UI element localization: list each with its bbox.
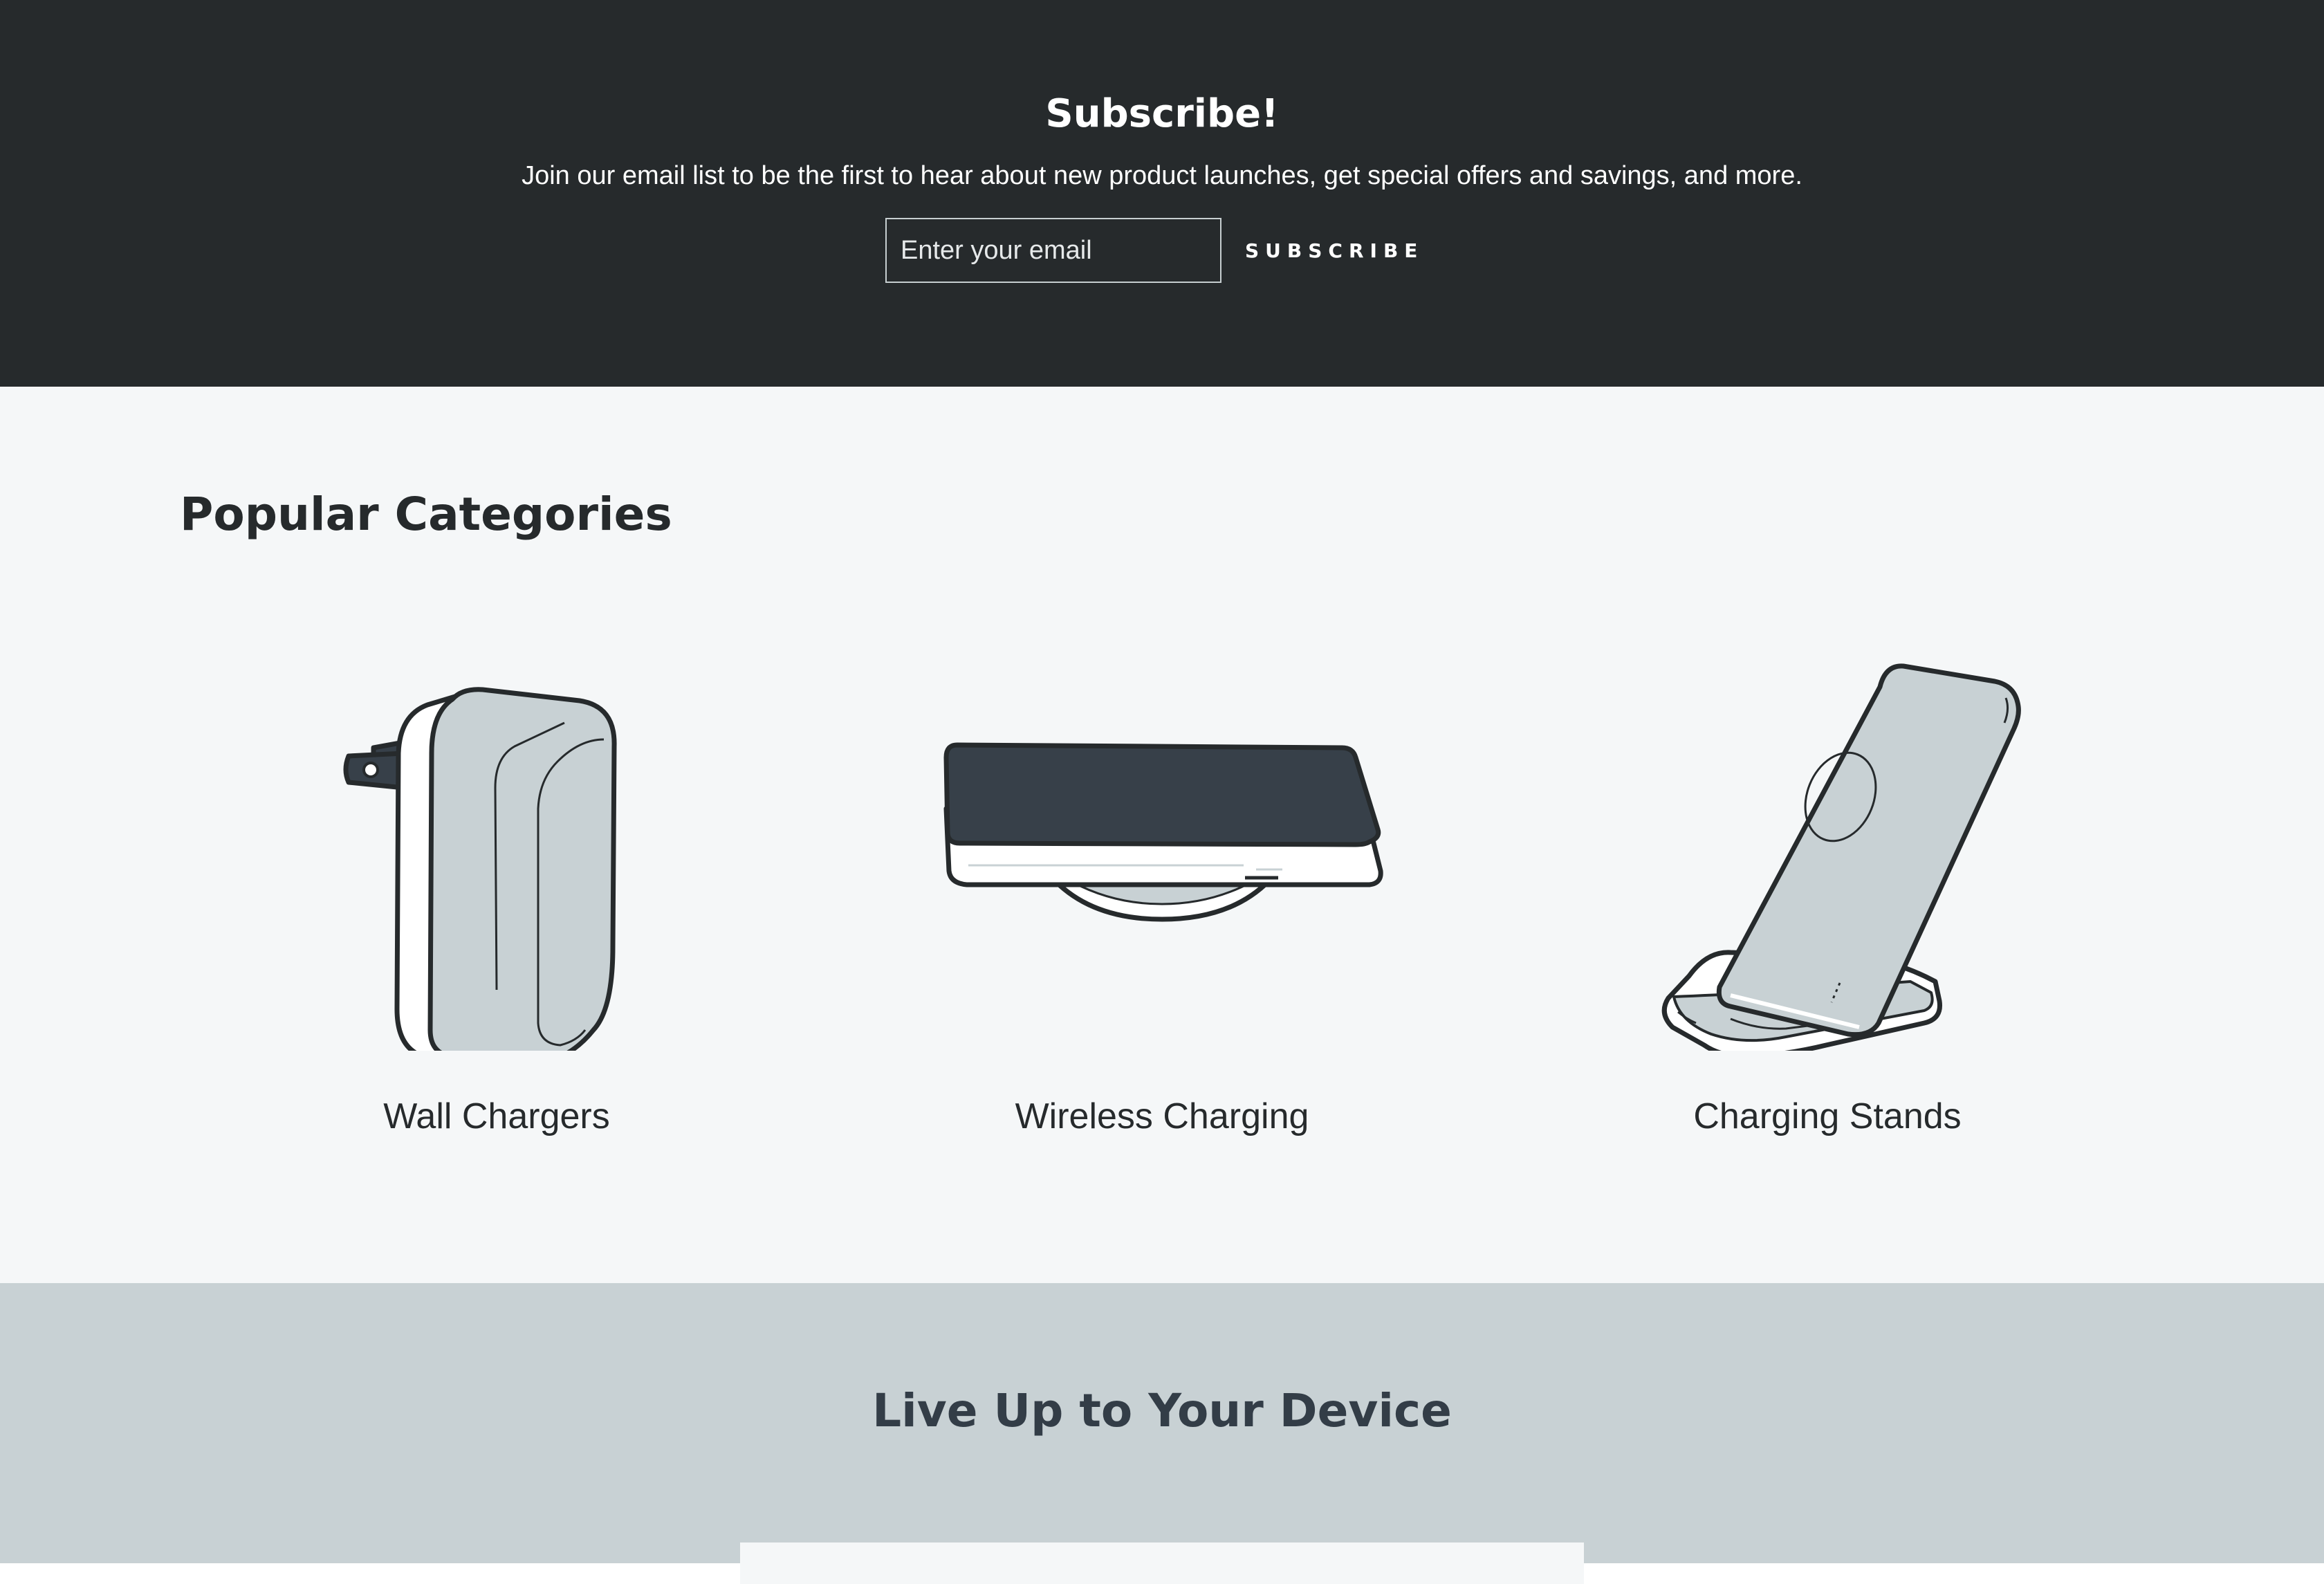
subscribe-description: Join our email list to be the first to h… <box>522 161 1802 190</box>
category-label: Wireless Charging <box>1015 1096 1309 1136</box>
category-label: Charging Stands <box>1693 1096 1962 1136</box>
subscribe-section: Subscribe! Join our email list to be the… <box>0 0 2324 387</box>
subscribe-title: Subscribe! <box>1045 91 1279 136</box>
popular-categories-section: Popular Categories Wall Chargers Wireles… <box>0 387 2324 1283</box>
content-card <box>740 1542 1584 1584</box>
device-section-heading: Live Up to Your Device <box>872 1384 1452 1437</box>
category-wireless-charging[interactable]: Wireless Charging <box>885 622 1439 1136</box>
wireless-charging-pad-icon <box>885 622 1439 1051</box>
email-input[interactable] <box>885 218 1221 283</box>
category-label: Wall Chargers <box>383 1096 610 1136</box>
category-wall-chargers[interactable]: Wall Chargers <box>220 622 773 1136</box>
subscribe-button[interactable]: SUBSCRIBE <box>1238 218 1418 283</box>
live-up-section: Live Up to Your Device <box>0 1283 2324 1584</box>
categories-heading: Popular Categories <box>180 488 672 541</box>
wall-charger-icon <box>220 622 773 1051</box>
charging-stand-icon <box>1551 622 2104 1051</box>
category-charging-stands[interactable]: Charging Stands <box>1551 622 2104 1136</box>
